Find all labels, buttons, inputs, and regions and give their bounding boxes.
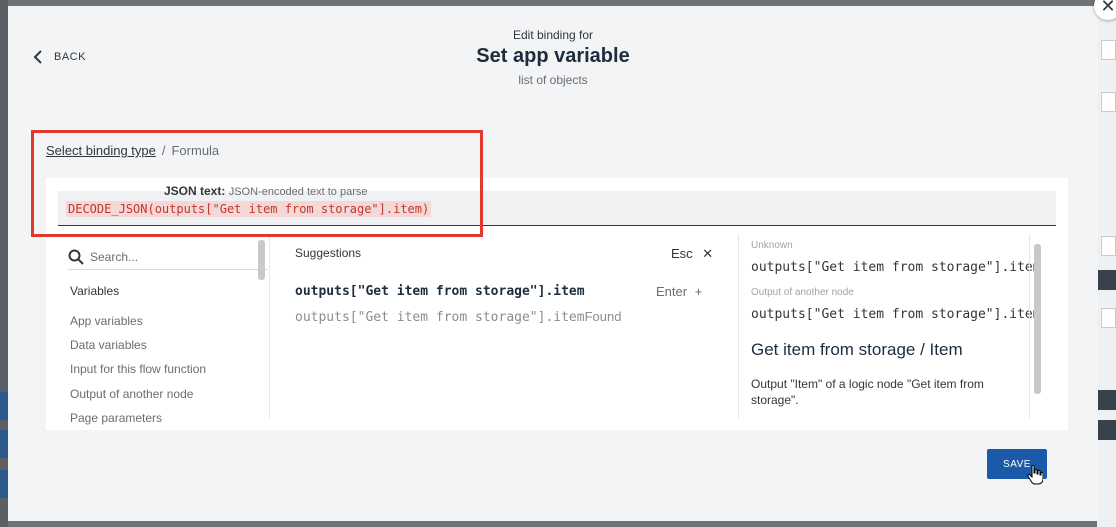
details-column: Unknown outputs["Get item from storage"]… [738, 234, 1056, 418]
suggestion-match[interactable]: outputs["Get item from storage"].itemFou… [295, 309, 621, 325]
annotation-highlight-box [31, 130, 483, 237]
variable-category-node-output[interactable]: Output of another node [70, 387, 193, 401]
variable-category-page-parameters[interactable]: Page parameters [70, 411, 162, 425]
background-app-left [0, 0, 8, 527]
suggestions-title: Suggestions [295, 246, 362, 260]
detail-type-tag: Unknown [751, 240, 793, 251]
detail-source-tag: Output of another node [751, 287, 854, 298]
enter-insert-button[interactable]: Enter + [656, 284, 702, 299]
search-icon [68, 249, 84, 265]
modal-header: Edit binding for Set app variable list o… [8, 28, 1098, 87]
esc-label: Esc [671, 246, 693, 261]
suggestions-column: Suggestions Esc ✕ outputs["Get item from… [283, 234, 723, 418]
suggestion-match-tail: Found [584, 309, 622, 324]
suggestion-match-code: outputs["Get item from storage"].item [295, 310, 585, 325]
page-title: Set app variable [476, 45, 630, 67]
detail-title: Get item from storage / Item [751, 340, 963, 359]
close-icon: ✕ [702, 246, 714, 261]
background-app-right [1097, 0, 1116, 527]
suggestion-area: Search... Variables App variables Data v… [58, 234, 1056, 425]
variable-category-app-variables[interactable]: App variables [70, 314, 143, 328]
variables-column: Search... Variables App variables Data v… [58, 234, 270, 425]
search-field[interactable]: Search... [68, 244, 268, 270]
variables-title: Variables [70, 284, 120, 298]
header-subtitle: list of objects [518, 73, 588, 87]
edit-binding-modal: BACK Edit binding for Set app variable l… [8, 6, 1098, 521]
header-kicker: Edit binding for [512, 28, 594, 42]
detail-description: Output "Item" of a logic node "Get item … [751, 377, 984, 407]
detail-code-secondary: outputs["Get item from storage"].item [751, 307, 1041, 322]
enter-label: Enter [656, 284, 688, 299]
details-scrollbar[interactable] [1034, 244, 1041, 394]
variable-category-data-variables[interactable]: Data variables [70, 338, 147, 352]
search-placeholder: Search... [90, 249, 139, 264]
plus-icon: + [694, 284, 703, 299]
close-icon: ✕ [1100, 0, 1116, 16]
detail-code-primary: outputs["Get item from storage"].item [751, 260, 1041, 275]
esc-close-button[interactable]: Esc ✕ [671, 246, 713, 262]
suggestion-item[interactable]: outputs["Get item from storage"].item [295, 284, 585, 299]
hand-cursor-icon [1027, 465, 1043, 485]
variables-scrollbar[interactable] [258, 240, 265, 280]
variable-category-flow-input[interactable]: Input for this flow function [70, 362, 206, 376]
